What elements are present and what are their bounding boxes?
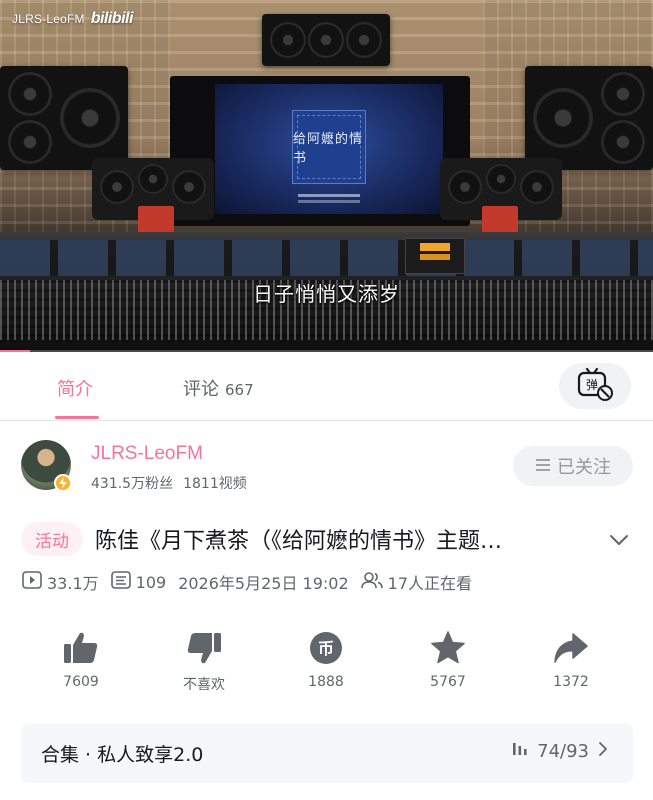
watching-now: 17人正在看 — [360, 570, 472, 594]
collection-card[interactable]: 合集 · 私人致享2.0 74/93 — [21, 723, 633, 783]
video-meta: 33.1万 109 2026年5月25日 19:02 17人正在看 — [22, 570, 484, 594]
video-progress-bar[interactable] — [0, 350, 653, 352]
share-icon — [551, 628, 591, 668]
collection-progress: 74/93 — [511, 740, 609, 763]
danmaku-count: 109 — [110, 571, 166, 593]
equalizer-icon — [511, 740, 529, 763]
comment-count: 667 — [225, 381, 254, 399]
publish-time: 2026年5月25日 19:02 — [178, 574, 349, 593]
action-bar: 7609 不喜欢 币 1888 5767 1372 — [0, 628, 653, 698]
studio-speaker — [525, 66, 653, 170]
studio-speaker — [0, 66, 128, 170]
activity-tag[interactable]: 活动 — [21, 522, 83, 556]
follow-button[interactable]: 已关注 — [513, 446, 633, 486]
dislike-label: 不喜欢 — [183, 677, 225, 693]
video-title: 陈佳《月下煮茶（《给阿嬷的情书》主题… — [95, 529, 503, 554]
follow-button-label: 已关注 — [557, 457, 611, 478]
video-watermark: JLRS-LeoFM bilibili — [12, 10, 133, 28]
studio-speaker — [262, 14, 390, 66]
svg-text:弹: 弹 — [586, 378, 598, 392]
danmaku-icon — [110, 571, 131, 593]
uploader-stats: 431.5万粉丝 1811视频 — [91, 473, 247, 493]
tab-comments-label: 评论 — [183, 379, 219, 400]
view-count: 33.1万 — [22, 570, 99, 594]
star-icon — [428, 628, 468, 668]
viewers-icon — [360, 571, 383, 593]
video-subtitle: 日子悄悄又添岁 — [253, 282, 400, 306]
video-progress-fill — [0, 350, 31, 352]
collection-position: 74/93 — [537, 741, 589, 762]
tab-intro[interactable]: 简介 — [57, 375, 93, 401]
share-count: 1372 — [553, 674, 589, 690]
bilibili-logo: bilibili — [90, 10, 134, 27]
album-cover: 给阿嬷的情书 — [292, 110, 366, 184]
share-button[interactable]: 1372 — [526, 628, 616, 690]
svg-text:币: 币 — [318, 639, 334, 658]
video-count: 1811视频 — [183, 476, 247, 492]
thumbs-down-icon — [184, 628, 224, 668]
chevron-down-icon[interactable] — [607, 530, 631, 550]
uploader-name[interactable]: JLRS-LeoFM — [91, 443, 203, 465]
tab-comments[interactable]: 评论 667 — [183, 375, 254, 401]
danmaku-off-icon: 弹 — [576, 367, 614, 405]
thumbs-up-icon — [61, 628, 101, 668]
chevron-right-icon — [597, 740, 609, 763]
coin-icon: 币 — [306, 628, 346, 668]
coin-button[interactable]: 币 1888 — [281, 628, 371, 690]
like-button[interactable]: 7609 — [36, 628, 126, 690]
play-icon — [22, 571, 42, 593]
danmaku-toggle-button[interactable]: 弹 — [559, 363, 631, 409]
favorite-count: 5767 — [430, 674, 466, 690]
follower-count: 431.5万粉丝 — [91, 476, 174, 492]
detail-tabs: 简介 评论 667 弹 — [0, 353, 653, 421]
collection-title: 合集 · 私人致享2.0 — [41, 744, 204, 766]
verified-badge-icon — [54, 474, 72, 492]
favorite-button[interactable]: 5767 — [403, 628, 493, 690]
video-player[interactable]: 给阿嬷的情书 JLRS-LeoFM bilibili 日子悄悄又添岁 — [0, 0, 653, 352]
menu-lines-icon — [535, 456, 551, 477]
coin-count: 1888 — [308, 674, 344, 690]
watermark-user: JLRS-LeoFM — [12, 12, 85, 26]
like-count: 7609 — [63, 674, 99, 690]
dislike-button[interactable]: 不喜欢 — [159, 628, 249, 694]
tab-active-indicator — [55, 416, 99, 419]
